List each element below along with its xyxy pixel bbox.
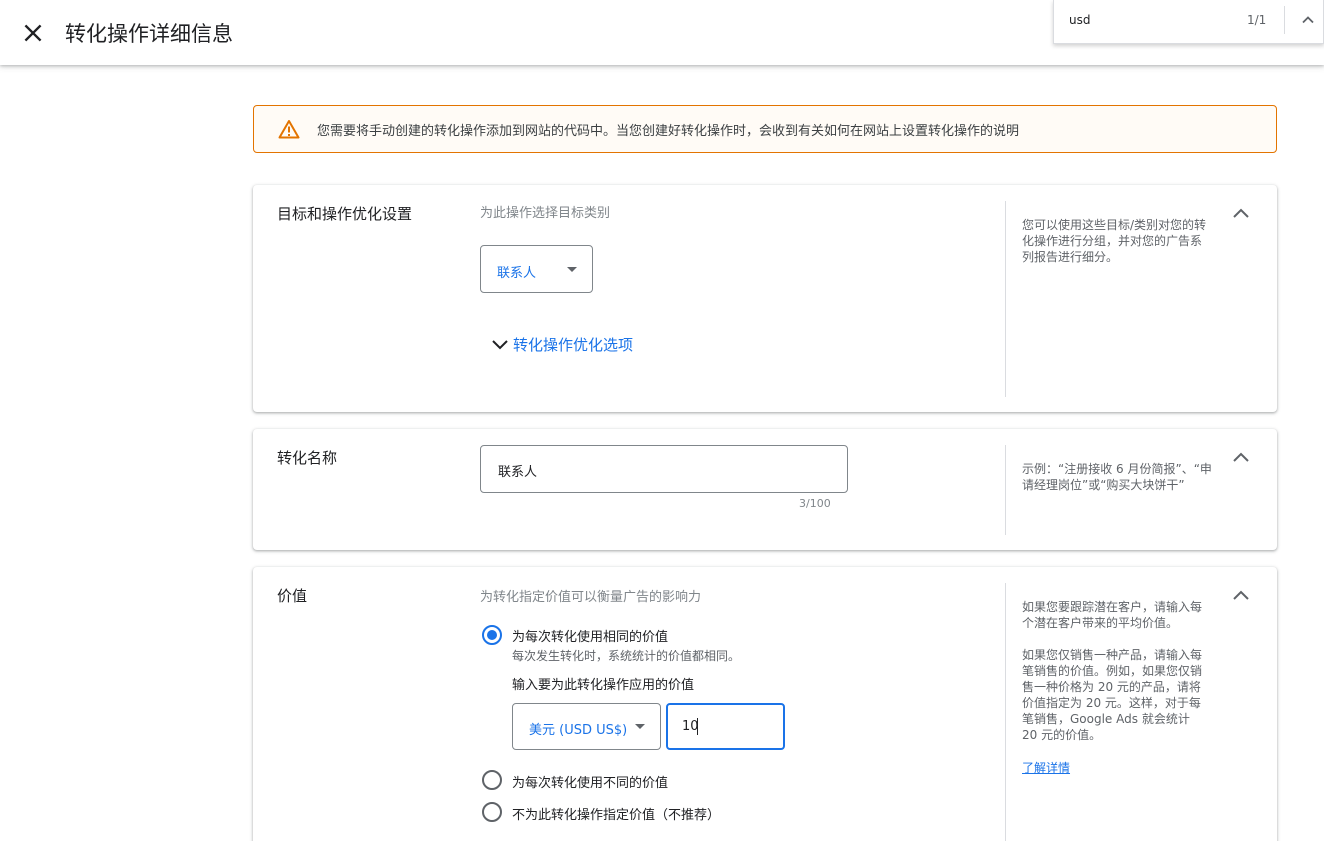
page-title: 转化操作详细信息 — [65, 22, 233, 46]
radio-no-value-label: 不为此转化操作指定价值（不推荐） — [512, 808, 721, 823]
dropdown-caret-icon — [635, 724, 645, 729]
name-section-title: 转化名称 — [277, 449, 338, 467]
close-icon[interactable] — [20, 20, 46, 46]
chevron-up-icon[interactable] — [1232, 451, 1250, 463]
learn-more-link[interactable]: 了解详情 — [1022, 759, 1070, 776]
radio-same-value-description: 每次发生转化时，系统统计的价值都相同。 — [512, 649, 741, 663]
radio-different-value[interactable] — [482, 770, 502, 790]
find-input[interactable]: usd — [1069, 13, 1090, 27]
name-hint: 示例：“注册接收 6 月份简报”、“申请经理岗位”或“购买大块饼干” — [1022, 462, 1212, 492]
text-cursor — [697, 718, 698, 735]
currency-select-value: 美元 (USD US$) — [529, 723, 628, 738]
warning-text: 您需要将手动创建的转化操作添加到网站的代码中。当您创建好转化操作时，会收到有关如… — [317, 124, 1020, 139]
card-divider — [1005, 583, 1006, 841]
category-select-value: 联系人 — [497, 266, 537, 281]
chevron-up-icon[interactable] — [1232, 207, 1250, 219]
dropdown-caret-icon — [567, 267, 577, 272]
value-hint-products: 如果您仅销售一种产品，请输入每笔销售的价值。例如，如果您仅销售一种价格为 20 … — [1022, 648, 1203, 742]
chevron-up-icon[interactable] — [1300, 12, 1316, 28]
find-result-count: 1/1 — [1247, 13, 1267, 27]
card-divider — [1005, 201, 1006, 397]
chevron-up-icon[interactable] — [1232, 589, 1250, 601]
card-divider — [1005, 445, 1006, 535]
optimization-options-toggle[interactable]: 转化操作优化选项 — [513, 334, 633, 355]
warning-icon — [278, 120, 300, 139]
value-hint-leads: 如果您要跟踪潜在客户，请输入每个潜在客户带来的平均价值。 — [1022, 600, 1203, 630]
radio-same-value-label: 为每次转化使用相同的价值 — [512, 630, 669, 645]
value-section-title: 价值 — [277, 587, 308, 605]
radio-no-value[interactable] — [482, 802, 502, 822]
conversion-name-value: 联系人 — [498, 465, 538, 480]
category-label: 为此操作选择目标类别 — [480, 206, 611, 221]
value-input-prompt: 输入要为此转化操作应用的价值 — [512, 678, 695, 693]
value-subtitle: 为转化指定价值可以衡量广告的影响力 — [480, 590, 702, 605]
find-bar-divider — [1284, 6, 1285, 34]
radio-same-value[interactable] — [482, 625, 502, 645]
radio-different-value-label: 为每次转化使用不同的价值 — [512, 776, 669, 791]
goal-section-title: 目标和操作优化设置 — [277, 205, 413, 223]
goal-hint: 您可以使用这些目标/类别对您的转化操作进行分组，并对您的广告系列报告进行细分。 — [1022, 218, 1207, 264]
char-count: 3/100 — [799, 497, 831, 510]
chevron-down-icon[interactable] — [491, 335, 509, 355]
